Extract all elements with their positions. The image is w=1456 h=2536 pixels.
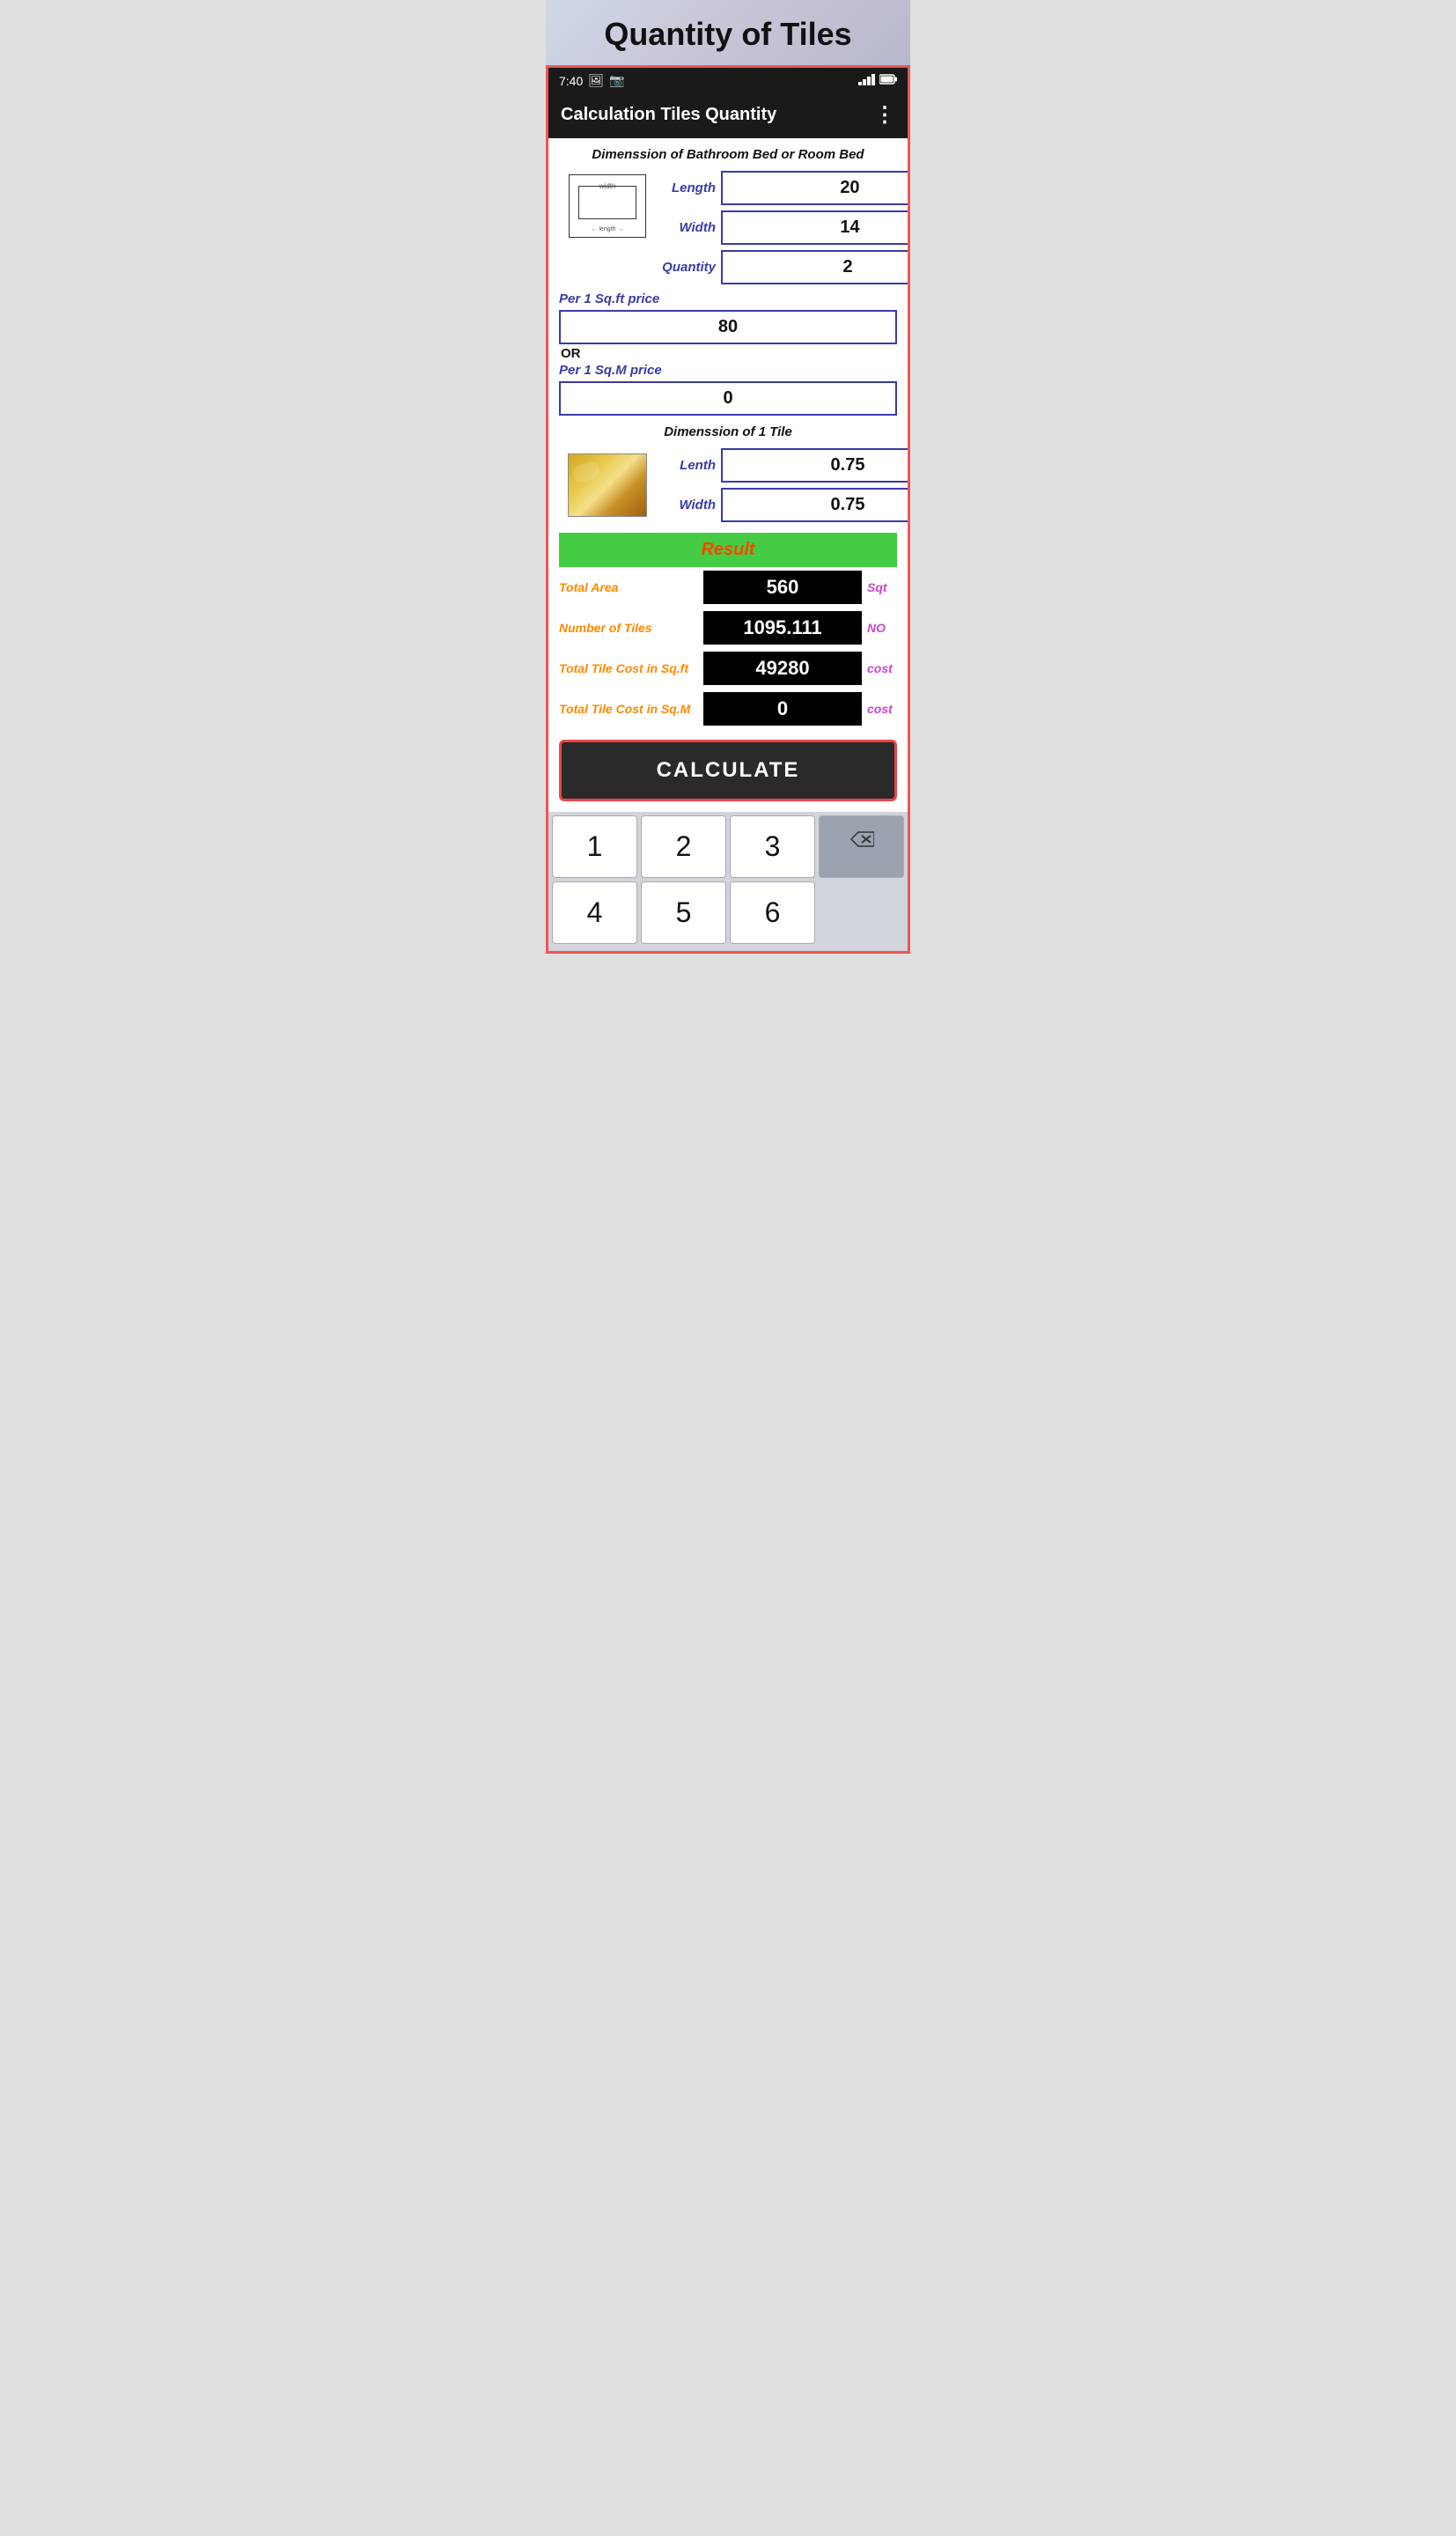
cost-sqft-row: Total Tile Cost in Sq.ft 49280 cost: [559, 648, 897, 689]
cost-sqft-label: Total Tile Cost in Sq.ft: [559, 661, 703, 675]
sqft-price-input[interactable]: [559, 310, 897, 344]
keyboard-row-1: 1 2 3: [552, 815, 904, 878]
camera-icon: 📷: [609, 73, 624, 88]
key-4[interactable]: 4: [552, 881, 637, 944]
num-tiles-value: 1095.111: [703, 611, 862, 645]
room-inner-box: [578, 186, 636, 219]
total-area-label: Total Area: [559, 580, 703, 594]
total-area-value: 560: [703, 571, 862, 604]
length-row: Length FT: [656, 171, 910, 205]
sqm-price-input[interactable]: [559, 381, 897, 416]
num-tiles-unit: NO: [862, 621, 897, 635]
keyboard-row-2: 4 5 6: [552, 881, 904, 944]
width-input[interactable]: [721, 210, 910, 245]
sqm-price-label: Per 1 Sq.M price: [559, 363, 662, 378]
photo-icon: 🖼: [588, 73, 604, 88]
width-label: Width: [656, 220, 716, 235]
room-dimensions-section: Length FT Width FT Quantity nos: [559, 171, 897, 284]
tile-image: [559, 448, 656, 522]
keyboard: 1 2 3 4 5 6: [548, 812, 908, 951]
tile-length-label: Lenth: [656, 458, 716, 473]
key-1[interactable]: 1: [552, 815, 637, 878]
sqm-price-row: Per 1 Sq.M price: [559, 363, 897, 378]
key-5[interactable]: 5: [641, 881, 726, 944]
tile-width-row: Width Ft: [656, 488, 910, 522]
length-input[interactable]: [721, 171, 910, 205]
result-bar-text: Result: [701, 540, 754, 559]
cost-sqm-value: 0: [703, 692, 862, 726]
total-area-unit: Sqt: [862, 580, 897, 594]
status-left: 7:40 🖼 📷: [559, 73, 624, 88]
page-title: Quantity of Tiles: [546, 0, 910, 65]
phone-frame: 7:40 🖼 📷 Calcula: [546, 65, 910, 954]
tile-width-input[interactable]: [721, 488, 910, 522]
quantity-row: Quantity nos: [656, 250, 910, 284]
status-right: [858, 73, 897, 88]
tile-length-row: Lenth Ft: [656, 448, 910, 483]
key-6[interactable]: 6: [730, 881, 815, 944]
tile-width-label: Width: [656, 498, 716, 512]
cost-sqm-label: Total Tile Cost in Sq.M: [559, 702, 703, 716]
room-dim-fields: Length FT Width FT Quantity nos: [656, 171, 910, 284]
price-section: Per 1 Sq.ft price OR Per 1 Sq.M price: [559, 291, 897, 416]
quantity-input[interactable]: [721, 250, 910, 284]
cost-sqft-unit: cost: [862, 661, 897, 675]
tile-section: Lenth Ft Width Ft: [559, 448, 897, 522]
key-3[interactable]: 3: [730, 815, 815, 878]
sqft-price-label: Per 1 Sq.ft price: [559, 291, 659, 306]
sqft-price-row: Per 1 Sq.ft price: [559, 291, 897, 306]
app-bar: Calculation Tiles Quantity ⋮: [548, 93, 908, 138]
key-backspace[interactable]: [819, 815, 904, 878]
or-text: OR: [561, 346, 897, 361]
num-tiles-row: Number of Tiles 1095.111 NO: [559, 608, 897, 648]
tile-wrapper: Dimenssion of 1 Tile Lenth Ft Width: [559, 424, 897, 522]
width-row: Width FT: [656, 210, 910, 245]
quantity-label: Quantity: [656, 260, 716, 275]
main-content: Dimenssion of Bathroom Bed or Room Bed L…: [548, 138, 908, 812]
status-bar: 7:40 🖼 📷: [548, 68, 908, 93]
tile-fields: Lenth Ft Width Ft: [656, 448, 910, 522]
total-area-row: Total Area 560 Sqt: [559, 567, 897, 608]
result-bar: Result: [559, 533, 897, 567]
length-label: Length: [656, 181, 716, 195]
results-area: Total Area 560 Sqt Number of Tiles 1095.…: [559, 567, 897, 729]
battery-icon: [879, 73, 897, 88]
app-bar-title: Calculation Tiles Quantity: [561, 105, 776, 125]
cost-sqm-unit: cost: [862, 702, 897, 716]
room-diagram: [569, 174, 646, 238]
signal-icon: [858, 73, 876, 88]
room-diagram-image: [559, 171, 656, 284]
calculate-button[interactable]: CALCULATE: [559, 740, 897, 801]
num-tiles-label: Number of Tiles: [559, 621, 703, 635]
room-section-title: Dimenssion of Bathroom Bed or Room Bed: [559, 147, 897, 162]
cost-sqm-row: Total Tile Cost in Sq.M 0 cost: [559, 689, 897, 729]
tile-section-title: Dimenssion of 1 Tile: [559, 424, 897, 439]
key-2[interactable]: 2: [641, 815, 726, 878]
tile-length-input[interactable]: [721, 448, 910, 483]
tile-img-box: [568, 453, 647, 517]
cost-sqft-value: 49280: [703, 652, 862, 685]
menu-icon[interactable]: ⋮: [874, 102, 895, 128]
status-time: 7:40: [559, 74, 583, 88]
